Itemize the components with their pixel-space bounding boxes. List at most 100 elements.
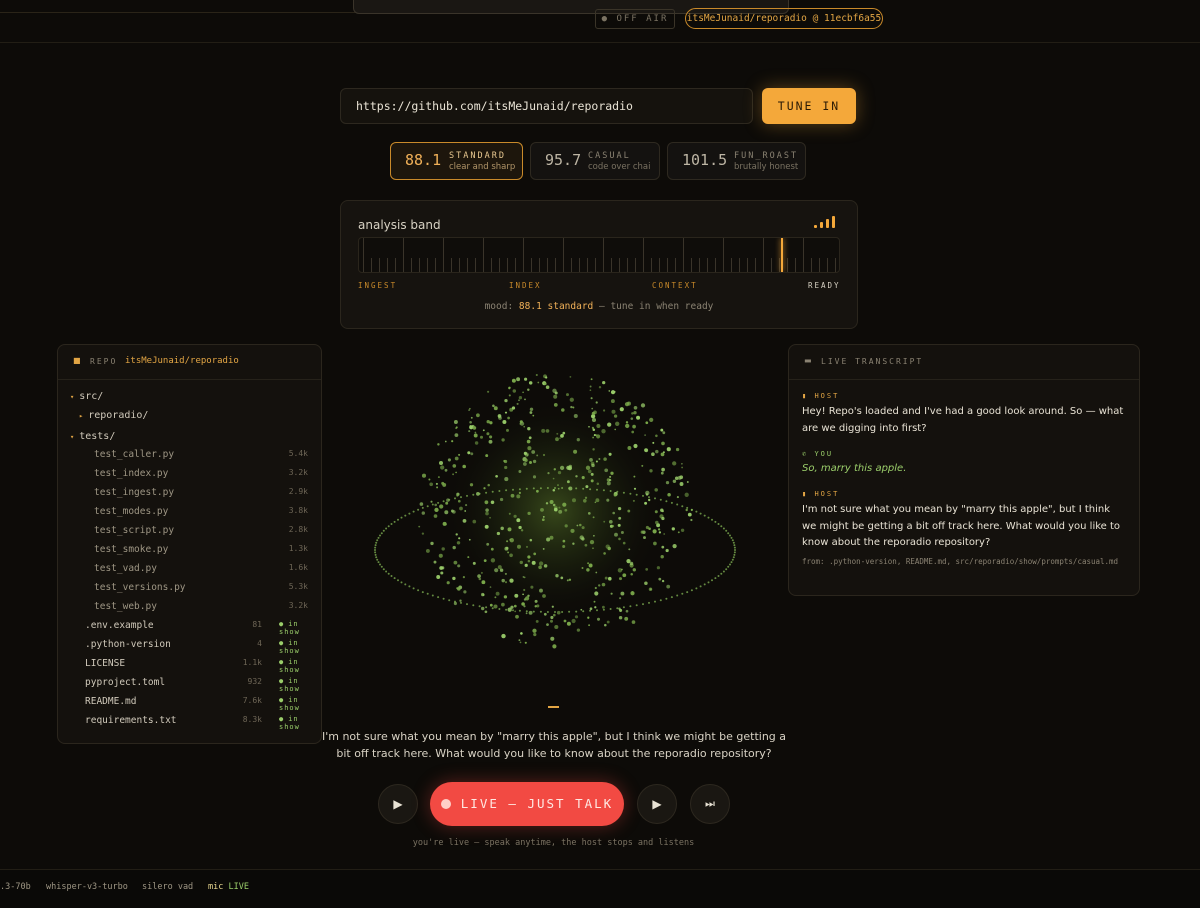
tree-root-file[interactable]: README.md 7.6k ● in show [85, 696, 309, 712]
repo-commit-pill[interactable]: itsMeJunaid/reporadio @ 11ecbf6a55 [685, 8, 883, 29]
orb-ring-particle [491, 607, 494, 610]
play-button[interactable]: ▶ [378, 784, 418, 824]
stage-context: CONTEXT [652, 281, 698, 290]
tree-root-file[interactable]: .python-version 4 ● in show [85, 639, 309, 655]
orb-particle [587, 512, 591, 515]
orb-ring-particle [421, 506, 424, 509]
orb-particle [523, 588, 526, 592]
frequency-dial[interactable] [358, 237, 840, 273]
live-hint: you're live — speak anytime, the host st… [412, 838, 695, 848]
orb-ring-particle [532, 487, 535, 490]
tree-file[interactable]: test_script.py 2.8k [94, 525, 308, 539]
tree-file[interactable]: test_caller.py 5.4k [94, 449, 308, 463]
orb-particle [552, 503, 556, 507]
tree-dir-tests[interactable]: ▾ tests/ [70, 430, 115, 444]
dial-tick [403, 238, 404, 272]
orb-ring-particle [714, 520, 717, 523]
orb-ring-particle [575, 487, 578, 490]
tune-in-button[interactable]: TUNE IN [762, 88, 856, 124]
tree-root-file[interactable]: .env.example 81 ● in show [85, 620, 309, 636]
orb-particle [534, 605, 537, 608]
orb-particle [507, 527, 512, 532]
tree-file[interactable]: test_modes.py 3.8k [94, 506, 308, 520]
orb-particle [434, 507, 439, 513]
file-size: 1.3k [288, 544, 308, 553]
orb-particle [584, 496, 588, 499]
file-size: 3.2k [288, 601, 308, 610]
orb-particle [648, 498, 651, 502]
station-subtitle: code over chai [588, 162, 651, 172]
orb-ring-particle [417, 589, 420, 592]
orb-ring-particle [498, 490, 501, 492]
orb-particle [644, 448, 649, 453]
dial-tick [819, 258, 820, 272]
dir-label: src/ [79, 391, 104, 402]
orb-ring-particle [629, 492, 632, 495]
station-fun-roast[interactable]: 101.5 FUN_ROAST brutally honest [667, 142, 806, 180]
orb-particle [596, 617, 601, 621]
tree-root-file[interactable]: requirements.txt 8.3k ● in show [85, 715, 309, 731]
orb-particle [507, 551, 510, 554]
orb-ring-particle [568, 610, 571, 613]
orb-ring-particle [635, 604, 638, 607]
orb-particle [602, 605, 605, 609]
orb-ring-particle [699, 585, 702, 588]
station-casual[interactable]: 95.7 CASUAL code over chai [530, 142, 660, 180]
orb-ring-particle [379, 563, 381, 566]
orb-particle [681, 462, 683, 465]
tree-dir-src[interactable]: ▾ src/ [70, 390, 103, 404]
orb-particle [434, 503, 438, 507]
orb-particle [613, 390, 616, 393]
tree-root-file[interactable]: pyproject.toml 932 ● in show [85, 677, 309, 693]
station-frequency: 101.5 [682, 151, 728, 169]
tree-file[interactable]: test_smoke.py 1.3k [94, 544, 308, 558]
orb-ring-particle [397, 579, 399, 582]
tree-file[interactable]: test_ingest.py 2.9k [94, 487, 308, 501]
tree-file[interactable]: test_web.py 3.2k [94, 601, 308, 615]
orb-particle [545, 376, 548, 379]
orb-particle [508, 512, 511, 515]
orb-particle [593, 600, 596, 603]
tree-file[interactable]: test_index.py 3.2k [94, 468, 308, 482]
orb-ring-particle [589, 609, 592, 612]
live-talk-button[interactable]: LIVE — JUST TALK [430, 782, 624, 826]
orb-particle [437, 476, 440, 479]
orb-particle [531, 450, 536, 454]
orb-particle [679, 482, 684, 486]
orb-particle [661, 516, 665, 521]
orb-ring-particle [454, 497, 456, 500]
orb-particle [452, 545, 456, 550]
orb-ring-particle [404, 583, 407, 586]
orb-ring-particle [400, 516, 403, 519]
tree-file[interactable]: test_versions.py 5.3k [94, 582, 308, 596]
orb-particle [518, 491, 521, 494]
skip-button[interactable]: ⏭ [690, 784, 730, 824]
orb-ring-particle [554, 487, 556, 489]
speaker-label: YOU [814, 450, 834, 458]
in-show-badge: ● in show [279, 696, 309, 712]
orb-particle [552, 388, 557, 393]
orb-particle [562, 539, 566, 543]
orb-ring-particle [665, 597, 668, 600]
orb-particle [511, 378, 516, 383]
tree-file[interactable]: test_vad.py 1.6k [94, 563, 308, 577]
orb-particle [522, 391, 524, 394]
orb-particle [633, 411, 637, 415]
play-next-button[interactable]: ▶ [637, 784, 677, 824]
orb-particle [498, 416, 502, 420]
orb-particle [568, 464, 572, 469]
orb-particle [509, 578, 514, 583]
orb-particle [581, 476, 585, 480]
tree-dir-reporadio[interactable]: ▸ reporadio/ [79, 409, 148, 423]
orb-particle [468, 430, 471, 433]
station-standard[interactable]: 88.1 STANDARD clear and sharp [390, 142, 523, 180]
orb-particle [598, 458, 601, 460]
tree-root-file[interactable]: LICENSE 1.1k ● in show [85, 658, 309, 674]
orb-particle [633, 487, 637, 490]
orb-particle [589, 539, 595, 545]
repo-url-input[interactable]: https://github.com/itsMeJunaid/reporadio [340, 88, 753, 124]
orb-ring-particle [374, 553, 377, 556]
orb-particle [486, 432, 490, 436]
orb-particle [490, 558, 496, 563]
orb-ring-particle [393, 520, 396, 523]
